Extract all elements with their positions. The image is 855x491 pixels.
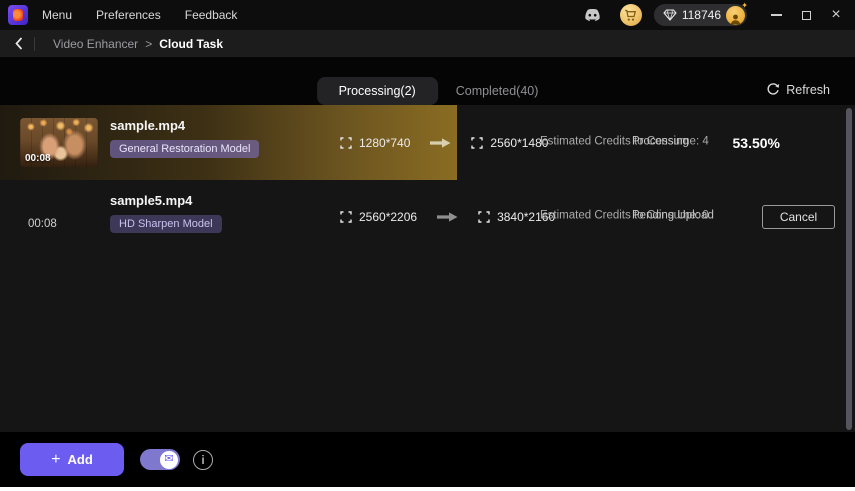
task-row-pending[interactable]: 00:08 sample5.mp4 HD Sharpen Model 2560*… <box>0 180 855 254</box>
tab-completed[interactable]: Completed(40) <box>456 84 539 98</box>
duration-label: 00:08 <box>28 218 57 230</box>
info-icon[interactable]: i <box>193 450 213 470</box>
arrow-right-icon <box>437 212 458 222</box>
scrollbar[interactable] <box>846 108 852 430</box>
menu-bar: Menu Preferences Feedback <box>42 8 237 22</box>
status-label: Pending Upload <box>632 210 714 222</box>
video-thumbnail: 00:08 <box>20 118 98 167</box>
filename: sample5.mp4 <box>110 193 192 208</box>
tab-bar: Processing(2) Completed(40) Refresh <box>0 57 855 105</box>
model-badge: General Restoration Model <box>110 140 259 158</box>
task-row-processing[interactable]: 00:08 sample.mp4 General Restoration Mod… <box>0 105 855 180</box>
breadcrumb-separator: > <box>145 37 152 51</box>
source-resolution: 1280*740 <box>359 136 410 150</box>
content-area: Processing(2) Completed(40) Refresh 00:0… <box>0 57 855 432</box>
title-bar: Menu Preferences Feedback <box>0 0 855 30</box>
resolution-group: 1280*740 2560*1480 <box>340 136 548 150</box>
arrow-right-icon <box>430 138 451 148</box>
task-list: 00:08 sample.mp4 General Restoration Mod… <box>0 105 855 432</box>
refresh-button[interactable]: Refresh <box>766 83 830 97</box>
notification-toggle[interactable]: ✉ <box>140 449 180 470</box>
tab-processing[interactable]: Processing(2) <box>317 77 438 105</box>
refresh-icon <box>766 83 780 97</box>
status-overlap: Estimated Credits to Consume: 0 Pending … <box>540 210 760 225</box>
footer-bar: + Add ✉ i <box>0 432 855 487</box>
breadcrumb: Video Enhancer > Cloud Task <box>53 37 223 51</box>
duration-label: 00:08 <box>25 153 51 164</box>
resolution-group: 2560*2206 3840*2160 <box>340 210 555 224</box>
model-badge: HD Sharpen Model <box>110 215 222 233</box>
source-resolution: 2560*2206 <box>359 210 417 224</box>
menu-item-preferences[interactable]: Preferences <box>96 8 161 22</box>
add-button[interactable]: + Add <box>20 443 124 476</box>
breadcrumb-bar: Video Enhancer > Cloud Task <box>0 30 855 57</box>
resolution-icon <box>471 137 483 149</box>
resolution-icon <box>478 211 490 223</box>
plus-icon: + <box>51 452 60 468</box>
resolution-icon <box>340 137 352 149</box>
refresh-label: Refresh <box>786 83 830 97</box>
add-button-label: Add <box>68 452 93 467</box>
status-label: Processing <box>632 135 689 147</box>
app-window: Menu Preferences Feedback <box>0 0 855 487</box>
maximize-button[interactable] <box>791 0 821 30</box>
avatar[interactable]: ✦ <box>726 6 745 25</box>
breadcrumb-divider <box>34 37 35 51</box>
minimize-button[interactable] <box>761 0 791 30</box>
discord-icon[interactable] <box>583 8 602 23</box>
store-cart-icon[interactable] <box>620 4 642 26</box>
gem-icon <box>663 9 677 21</box>
breadcrumb-parent[interactable]: Video Enhancer <box>53 37 138 51</box>
menu-item-feedback[interactable]: Feedback <box>185 8 238 22</box>
menu-item-menu[interactable]: Menu <box>42 8 72 22</box>
status-overlap: Estimated Credits to Consume: 4 Processi… <box>540 135 760 150</box>
resolution-icon <box>340 211 352 223</box>
credits-badge[interactable]: 118746 ✦ <box>654 4 747 26</box>
cancel-button[interactable]: Cancel <box>762 205 835 229</box>
back-button[interactable] <box>6 30 32 57</box>
envelope-icon: ✉ <box>160 451 178 469</box>
filename: sample.mp4 <box>110 118 185 133</box>
progress-percent: 53.50% <box>733 135 780 151</box>
app-logo-icon <box>8 5 28 25</box>
breadcrumb-current: Cloud Task <box>159 37 223 51</box>
avatar-star-icon: ✦ <box>741 2 748 10</box>
close-button[interactable]: × <box>821 0 851 30</box>
credits-count: 118746 <box>682 8 721 22</box>
